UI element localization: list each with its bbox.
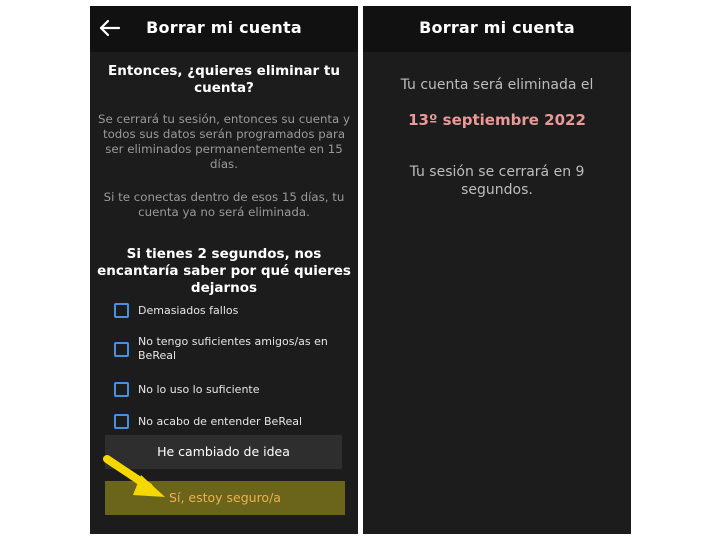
deletion-notice: Tu cuenta será eliminada el <box>400 77 594 93</box>
top-bar: Borrar mi cuenta <box>363 6 631 52</box>
top-bar: Borrar mi cuenta <box>90 6 358 52</box>
page-title: Borrar mi cuenta <box>419 18 575 37</box>
checkbox-icon[interactable] <box>114 382 129 397</box>
checkbox-icon[interactable] <box>114 303 129 318</box>
checkbox-icon[interactable] <box>114 414 129 429</box>
reason-label: Demasiados fallos <box>138 304 239 317</box>
checkbox-icon[interactable] <box>114 342 129 357</box>
reason-label: No tengo suficientes amigos/as en BeReal <box>138 335 328 362</box>
yellow-arrow-icon <box>103 455 165 497</box>
deletion-info-text: Se cerrará tu sesión, entonces su cuenta… <box>98 112 351 171</box>
confirm-heading: Entonces, ¿quieres eliminar tu cuenta? <box>108 63 340 96</box>
reconnect-info-text: Si te conectas dentro de esos 15 días, t… <box>103 190 345 219</box>
deletion-scheduled-screen: Borrar mi cuenta Tu cuenta será eliminad… <box>363 6 631 534</box>
reason-label: No lo uso lo suficiente <box>138 383 260 396</box>
page-title: Borrar mi cuenta <box>146 18 302 37</box>
survey-heading: Si tienes 2 segundos, nos encantaría sab… <box>97 246 351 296</box>
logout-countdown: Tu sesión se cerrará en 9 segundos. <box>409 164 585 198</box>
reason-label: No acabo de entender BeReal <box>138 415 303 428</box>
deletion-date: 13º septiembre 2022 <box>408 111 586 129</box>
